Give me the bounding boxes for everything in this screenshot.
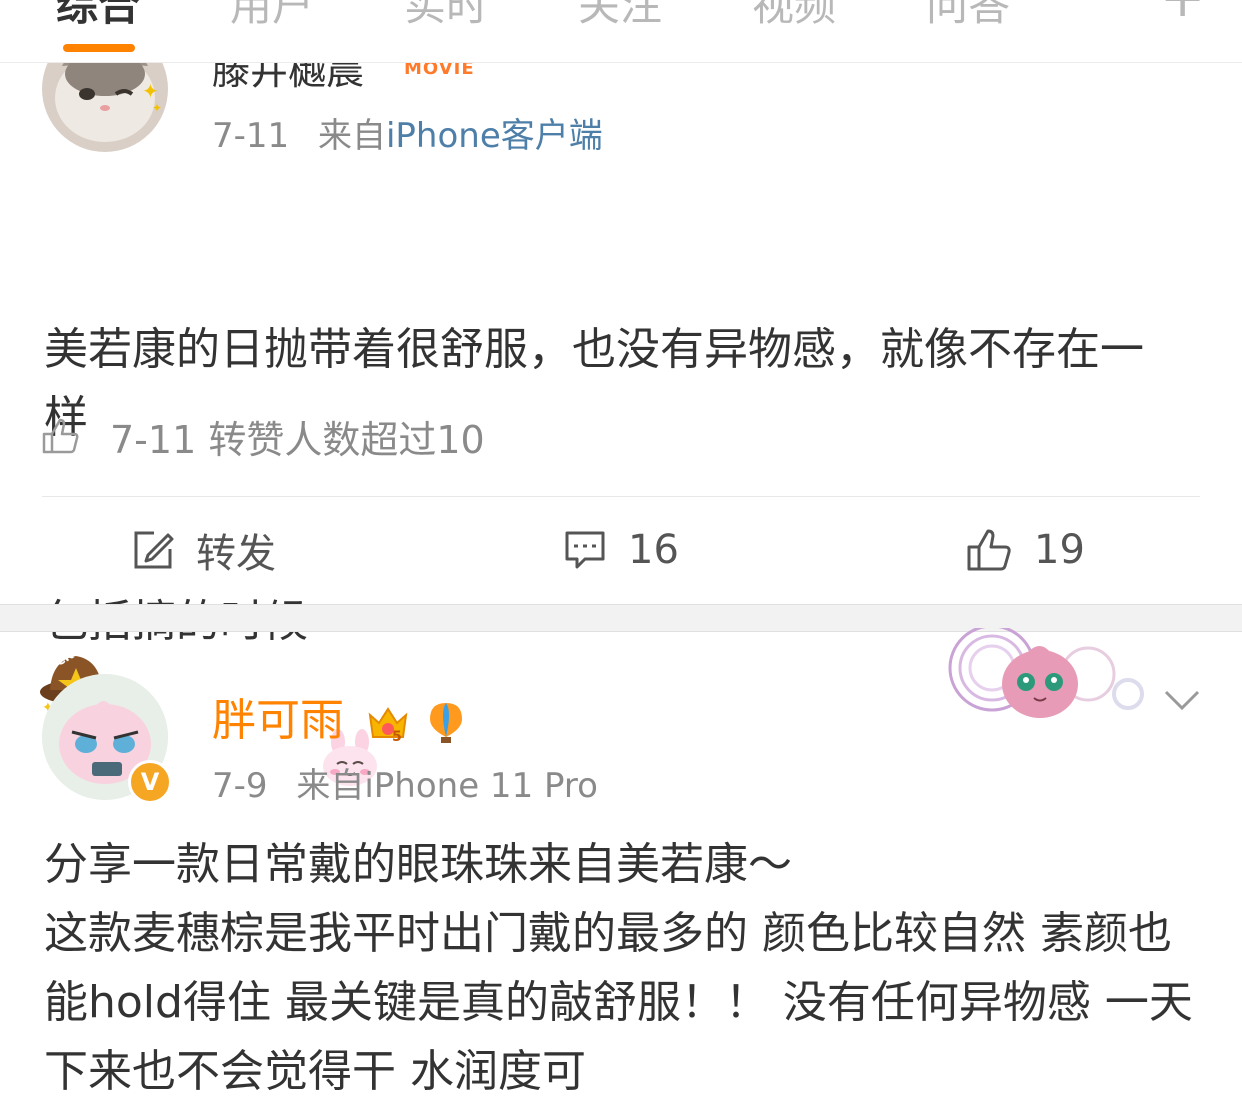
like-button[interactable]: 19 [966,520,1085,580]
source-text: 来自iPhone 11 Pro [296,766,598,806]
repost-label: 转发 [196,531,276,577]
like-summary-row: 7-11 转赞人数超过10 [40,408,485,464]
active-tab-indicator [63,44,135,52]
comment-icon [565,531,605,569]
chevron-down-icon[interactable] [1162,680,1202,720]
edit-icon [134,531,174,569]
source-link[interactable]: iPhone客户端 [386,116,603,156]
source-prefix: 来自 [317,116,386,156]
weibo-post-1: ✦ ✦ 滕井樾晨 MOVIE 7-11 来自iPhone客户端 美若康的日抛带着… [0,0,1242,786]
verified-badge-icon: V [128,760,172,804]
tab-realtime[interactable]: 实时 [404,0,488,33]
balloon-badge-icon [428,701,464,745]
card-decoration-jigglypuff [948,624,1148,728]
svg-text:✦: ✦ [152,101,162,115]
tab-comprehensive[interactable]: 综合 [56,0,140,33]
tab-users[interactable]: 用户 [230,0,314,33]
post-meta: 7-9 来自iPhone 11 Pro [212,758,598,807]
author-name[interactable]: 胖可雨 5 [212,684,464,748]
crown-badge-icon: 5 [366,701,410,745]
post-date: 7-9 [212,766,268,806]
repost-button[interactable]: 转发 [132,520,276,580]
comment-count: 16 [628,527,679,573]
tab-following[interactable]: 关注 [578,0,662,33]
comment-button[interactable]: 16 [564,520,679,580]
post-date: 7-11 [212,116,290,156]
author-name-text: 胖可雨 [212,695,344,746]
search-tab-bar: 综合 用户 实时 关注 视频 问答 + [0,0,1242,63]
thumbs-up-icon [42,418,79,454]
post-meta: 7-11 来自iPhone客户端 [212,108,603,157]
tab-video[interactable]: 视频 [752,0,836,33]
like-count: 19 [1034,527,1085,573]
post-content[interactable]: 分享一款日常戴的眼珠珠来自美若康～ 这款麦穗棕是我平时出门戴的最多的 颜色比较自… [44,830,1204,1106]
like-summary-text: 7-11 转赞人数超过10 [110,417,485,462]
divider [42,496,1200,497]
add-tab-icon[interactable]: + [1160,0,1205,29]
thumbs-up-icon [967,529,1011,571]
svg-text:✦: ✦ [142,79,159,103]
tab-qa[interactable]: 问答 [926,0,1010,33]
svg-text:5: 5 [392,729,402,745]
